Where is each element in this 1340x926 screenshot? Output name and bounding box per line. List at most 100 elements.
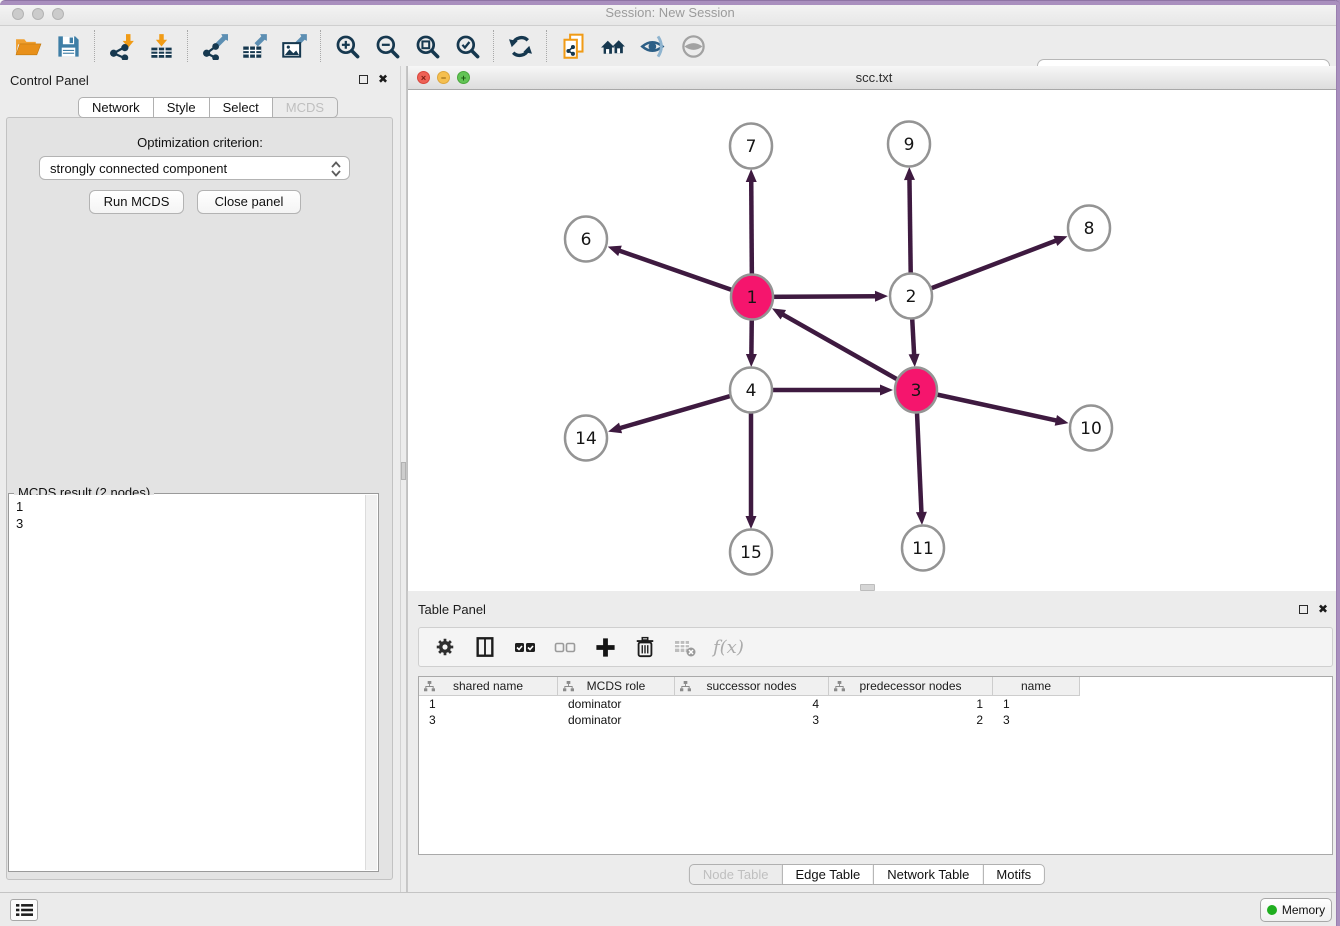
memory-button[interactable]: Memory (1260, 898, 1332, 922)
graph-node-3[interactable]: 3 (895, 368, 937, 413)
svg-text:11: 11 (912, 539, 934, 559)
cell-shared-name[interactable]: 1 (419, 696, 558, 712)
mcds-result-text[interactable]: 13 (10, 495, 365, 870)
horizontal-splitter-handle[interactable] (860, 584, 875, 591)
cell-shared-name[interactable]: 3 (419, 712, 558, 728)
tab-select[interactable]: Select (209, 97, 273, 118)
delete-column-button[interactable] (673, 635, 697, 659)
zoom-out-button[interactable] (367, 29, 407, 63)
control-panel-float-icon[interactable] (359, 75, 368, 84)
close-panel-button[interactable]: Close panel (197, 190, 301, 214)
hide-selected-button[interactable] (633, 29, 673, 63)
export-table-button[interactable] (234, 29, 274, 63)
table-options-button[interactable] (433, 635, 457, 659)
graph-node-14[interactable]: 14 (565, 416, 607, 461)
floppy-icon (55, 33, 82, 60)
column-header-shared-name[interactable]: shared name (419, 677, 558, 696)
mcds-result-scrollbar[interactable] (365, 495, 377, 870)
optimization-criterion-select[interactable]: strongly connected component (39, 156, 350, 180)
network-window-titlebar: × − + scc.txt (408, 66, 1340, 90)
graph-node-4[interactable]: 4 (730, 368, 772, 413)
cell-name[interactable]: 1 (993, 696, 1080, 712)
save-session-button[interactable] (48, 29, 88, 63)
cell-successor-nodes[interactable]: 4 (675, 696, 829, 712)
new-network-from-selection-button[interactable] (553, 29, 593, 63)
import-network-button[interactable] (101, 29, 141, 63)
column-header-name[interactable]: name (993, 677, 1080, 696)
open-session-button[interactable] (8, 29, 48, 63)
column-header-successor-nodes[interactable]: successor nodes (675, 677, 829, 696)
zoom-in-button[interactable] (327, 29, 367, 63)
control-panel-close-icon[interactable]: ✖ (378, 72, 388, 86)
export-network-button[interactable] (194, 29, 234, 63)
vertical-splitter[interactable] (400, 66, 407, 892)
run-mcds-button[interactable]: Run MCDS (89, 190, 184, 214)
cell-MCDS-role[interactable]: dominator (558, 696, 675, 712)
network-view-window: × − + scc.txt 7 9 6 8 1 2 4 3 14 10 15 11 (407, 66, 1340, 591)
graph-node-2[interactable]: 2 (890, 274, 932, 319)
apply-function-button[interactable]: f(x) (713, 637, 744, 658)
edge-1-6[interactable] (608, 246, 752, 297)
window-frame-top (0, 0, 1340, 5)
tree-icon (424, 681, 435, 692)
graph-node-10[interactable]: 10 (1070, 406, 1112, 451)
unchecked-boxes-icon (553, 635, 577, 659)
edge-2-8[interactable] (911, 236, 1068, 296)
grid-delete-icon (673, 635, 697, 659)
graph-node-15[interactable]: 15 (730, 530, 772, 575)
zoom-selected-button[interactable] (447, 29, 487, 63)
edge-3-10[interactable] (916, 390, 1069, 426)
first-neighbors-button[interactable] (593, 29, 633, 63)
select-all-checks-button[interactable] (513, 635, 537, 659)
status-bar: Memory (0, 892, 1340, 926)
table-row[interactable]: 3dominator323 (419, 712, 1332, 728)
import-table-button[interactable] (141, 29, 181, 63)
cell-name[interactable]: 3 (993, 712, 1080, 728)
tab-mcds[interactable]: MCDS (272, 97, 338, 118)
export-table-icon (241, 33, 268, 60)
graph-node-9[interactable]: 9 (888, 122, 930, 167)
gear-icon (434, 636, 456, 658)
graph-node-6[interactable]: 6 (565, 217, 607, 262)
add-row-button[interactable] (593, 635, 617, 659)
cell-successor-nodes[interactable]: 3 (675, 712, 829, 728)
column-header-MCDS-role[interactable]: MCDS role (558, 677, 675, 696)
zoom-out-icon (374, 33, 401, 60)
graph-node-11[interactable]: 11 (902, 526, 944, 571)
refresh-layout-button[interactable] (500, 29, 540, 63)
graph-node-8[interactable]: 8 (1068, 206, 1110, 251)
network-canvas[interactable]: 7 9 6 8 1 2 4 3 14 10 15 11 (408, 90, 1340, 591)
graph-node-7[interactable]: 7 (730, 124, 772, 169)
cell-predecessor-nodes[interactable]: 1 (829, 696, 993, 712)
edge-3-1[interactable] (772, 308, 916, 390)
houses-icon (600, 33, 627, 60)
show-column-button[interactable] (473, 635, 497, 659)
task-history-button[interactable] (10, 899, 38, 921)
delete-row-button[interactable] (633, 635, 657, 659)
tab-node-table[interactable]: Node Table (689, 864, 783, 885)
node-table-body: 1dominator4113dominator323 (419, 696, 1332, 728)
column-header-predecessor-nodes[interactable]: predecessor nodes (829, 677, 993, 696)
show-all-button[interactable] (673, 29, 713, 63)
cell-predecessor-nodes[interactable]: 2 (829, 712, 993, 728)
import-network-icon (108, 33, 135, 60)
tab-edge-table[interactable]: Edge Table (781, 864, 874, 885)
vertical-splitter-handle[interactable] (401, 462, 406, 480)
plus-icon (594, 636, 617, 659)
tab-network[interactable]: Network (78, 97, 154, 118)
cell-MCDS-role[interactable]: dominator (558, 712, 675, 728)
export-image-button[interactable] (274, 29, 314, 63)
zoom-fit-button[interactable] (407, 29, 447, 63)
mcds-result-line: 1 (16, 498, 359, 515)
deselect-all-checks-button[interactable] (553, 635, 577, 659)
node-table[interactable]: shared nameMCDS rolesuccessor nodesprede… (418, 676, 1333, 855)
graph-node-1[interactable]: 1 (731, 275, 773, 320)
table-row[interactable]: 1dominator411 (419, 696, 1332, 712)
zoom-fit-icon (414, 33, 441, 60)
copy-network-icon (560, 33, 587, 60)
tab-motifs[interactable]: Motifs (982, 864, 1045, 885)
table-panel-float-icon[interactable] (1299, 605, 1308, 614)
table-panel-close-icon[interactable]: ✖ (1318, 602, 1328, 616)
tab-network-table[interactable]: Network Table (873, 864, 983, 885)
tab-style[interactable]: Style (153, 97, 210, 118)
